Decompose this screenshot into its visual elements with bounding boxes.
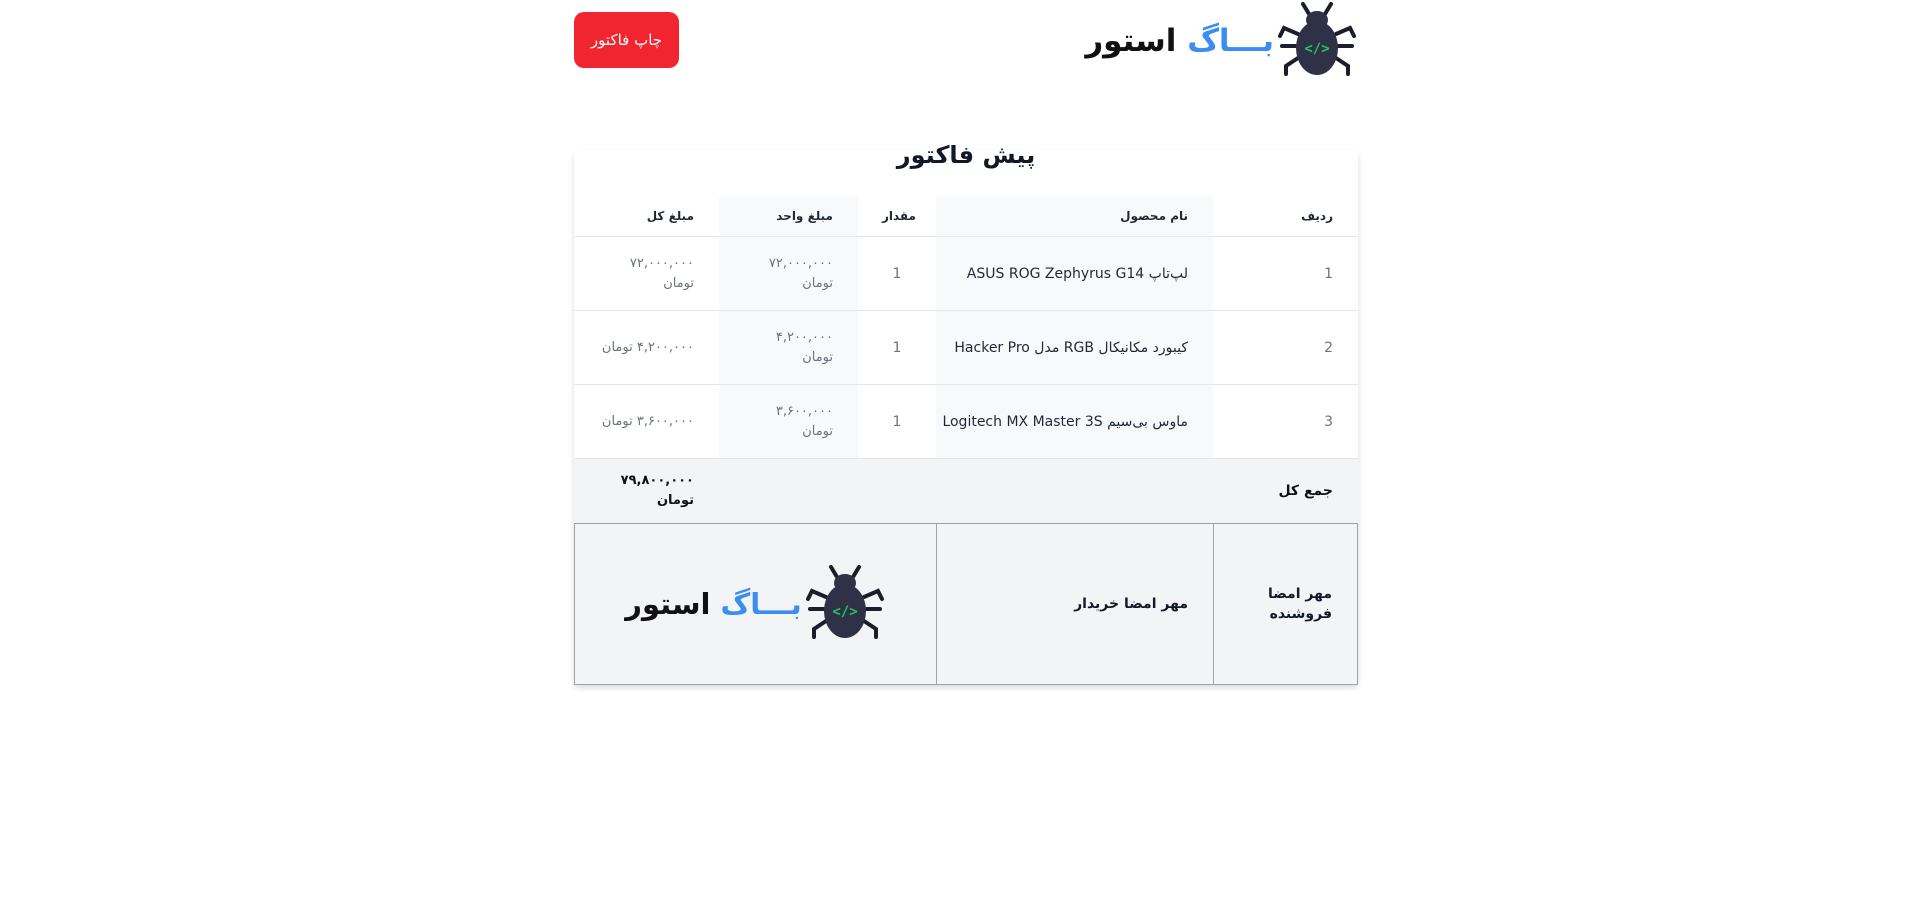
row-total-price: ۳,۶۰۰,۰۰۰ تومان [574,384,719,459]
table-row: 2 کیبورد مکانیکال RGB مدل Hacker Pro 1 ۴… [574,310,1358,385]
table-row: 1 لپ‌تاپ ASUS ROG Zephyrus G14 1 ۷۲,۰۰۰,… [574,236,1358,311]
row-index: 3 [1213,384,1358,459]
col-qty-header: مقدار [881,209,916,223]
row-total-price: ۷۲,۰۰۰,۰۰۰ تومان [574,236,719,311]
print-invoice-button[interactable]: چاپ فاکتور [574,12,679,68]
stamp-bag-text: بـــاگ [720,587,802,621]
invoice-table: ردیف نام محصول مقدار مبلغ واحد مبلغ کل 1… [574,196,1358,523]
row-quantity: 1 [858,310,936,385]
stamp-wordmark: بـــاگ استور [625,587,802,621]
stamp-logo: بـــاگ استور </> [625,563,886,645]
invoice-title: پیش فاکتور [896,141,1036,169]
row-unit-price: ۴,۲۰۰,۰۰۰ تومان [719,310,858,385]
row-product-name: کیبورد مکانیکال RGB مدل Hacker Pro [936,310,1213,385]
invoice-card: پیش فاکتور ردیف نام محصول مقدار مبلغ واح… [574,143,1358,685]
row-index: 2 [1213,310,1358,385]
row-total-price: ۴,۲۰۰,۰۰۰ تومان [574,310,719,385]
header: چاپ فاکتور بـــاگ استور </> [574,0,1358,90]
store-logo[interactable]: بـــاگ استور </> [1085,0,1358,82]
col-total-header: مبلغ کل [646,209,694,223]
row-index: 1 [1213,236,1358,311]
logo-store-text: استور [1085,23,1177,59]
store-stamp: بـــاگ استور </> [575,524,936,684]
row-quantity: 1 [858,236,936,311]
seller-signature-box: مهر امضا فروشنده [1213,524,1357,684]
bug-icon: </> [805,565,884,639]
logo-wordmark: بـــاگ استور [1085,23,1274,59]
stamp-store-text: استور [625,587,711,621]
col-index-header: ردیف [1301,209,1333,223]
col-name-header: نام محصول [936,196,1213,237]
table-row: 3 ماوس بی‌سیم Logitech MX Master 3S 1 ۳,… [574,384,1358,459]
col-unit-header: مبلغ واحد [719,196,858,237]
page-wrapper: چاپ فاکتور بـــاگ استور </> پیش فاکتور ر… [574,0,1358,685]
total-row: جمع کل ۷۹,۸۰۰,۰۰۰ تومان [574,458,1358,523]
svg-text:</>: </> [832,604,857,620]
signature-row: مهر امضا فروشنده مهر امضا خریدار بـــاگ … [574,523,1358,685]
row-quantity: 1 [858,384,936,459]
total-label: جمع کل [719,458,1358,523]
row-unit-price: ۷۲,۰۰۰,۰۰۰ تومان [719,236,858,311]
bug-icon: </> [1278,2,1356,76]
buyer-signature-box: مهر امضا خریدار [936,524,1213,684]
total-value: ۷۹,۸۰۰,۰۰۰ تومان [574,458,719,523]
row-unit-price: ۳,۶۰۰,۰۰۰ تومان [719,384,858,459]
row-product-name: لپ‌تاپ ASUS ROG Zephyrus G14 [936,236,1213,311]
row-product-name: ماوس بی‌سیم Logitech MX Master 3S [936,384,1213,459]
svg-text:</>: </> [1304,41,1329,57]
table-header-row: ردیف نام محصول مقدار مبلغ واحد مبلغ کل [574,196,1358,237]
logo-bag-text: بـــاگ [1187,23,1274,59]
